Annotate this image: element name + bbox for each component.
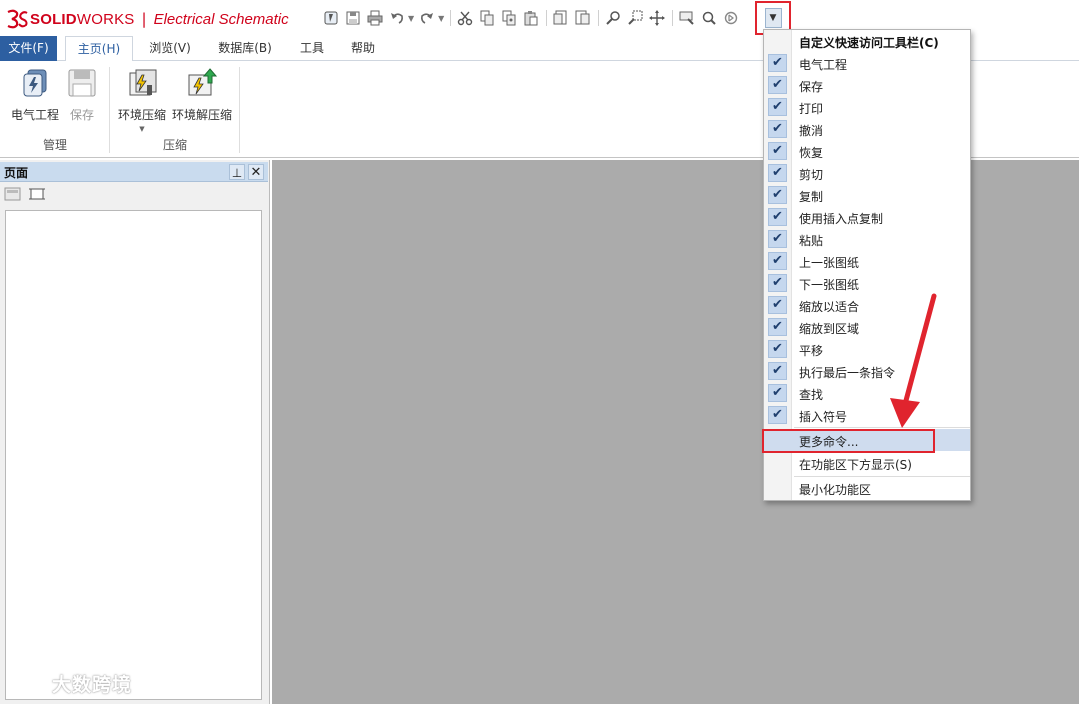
save-icon — [68, 69, 96, 97]
check-icon: ✔ — [768, 252, 787, 270]
insert-symbol-icon[interactable] — [722, 9, 740, 27]
check-icon: ✔ — [768, 142, 787, 160]
menu-item-minimize-ribbon[interactable]: 最小化功能区 — [764, 477, 970, 499]
toolbar-separator — [546, 10, 548, 26]
check-icon: ✔ — [768, 384, 787, 402]
electrical-project-label: 电气工程 — [10, 108, 59, 122]
check-icon: ✔ — [768, 186, 787, 204]
app-logo: SOLIDWORKS | Electrical Schematic — [6, 8, 289, 30]
next-sheet-icon[interactable] — [574, 9, 592, 27]
pages-panel-header: 页面 ⊥ ✕ — [0, 162, 268, 182]
save-icon[interactable] — [344, 9, 362, 27]
menu-item-undo[interactable]: ✔ 撤消 — [764, 118, 970, 140]
menu-item-save[interactable]: ✔ 保存 — [764, 74, 970, 96]
pan-icon[interactable] — [648, 9, 666, 27]
product-name: Electrical Schematic — [153, 10, 289, 28]
redo-dropdown-icon[interactable]: ▼ — [438, 14, 444, 23]
close-icon[interactable]: ✕ — [248, 164, 264, 180]
menu-item-copy[interactable]: ✔ 复制 — [764, 184, 970, 206]
check-icon: ✔ — [768, 208, 787, 226]
electrical-project-icon — [23, 69, 47, 97]
tab-database[interactable]: 数据库(B) — [208, 36, 282, 61]
zoom-window-icon[interactable] — [626, 9, 644, 27]
menu-item-redo[interactable]: ✔ 恢复 — [764, 140, 970, 162]
menu-item-electrical-project[interactable]: ✔ 电气工程 — [764, 52, 970, 74]
find-icon[interactable] — [700, 9, 718, 27]
check-icon: ✔ — [768, 296, 787, 314]
menu-item-show-below-ribbon[interactable]: 在功能区下方显示(S) — [764, 452, 970, 474]
watermark: 大数跨境 — [8, 670, 132, 696]
toolbar-separator — [598, 10, 600, 26]
copy-with-point-icon[interactable] — [500, 9, 518, 27]
group-label-compress: 压缩 — [162, 138, 187, 152]
toolbar-separator — [450, 10, 452, 26]
toolbar-separator — [672, 10, 674, 26]
compress-dropdown-icon[interactable]: ▼ — [116, 125, 168, 133]
annotation-arrow — [890, 293, 937, 428]
environment-decompress-label: 环境解压缩 — [171, 108, 232, 122]
project-icon[interactable] — [322, 9, 340, 27]
page-open-icon[interactable] — [4, 186, 22, 202]
ds-logo-icon — [7, 9, 28, 29]
page-layout-icon[interactable] — [28, 186, 46, 202]
watermark-logo-icon — [10, 673, 43, 693]
tab-file[interactable]: 文件(F) — [0, 36, 57, 61]
menu-item-copy-with-point[interactable]: ✔ 使用插入点复制 — [764, 206, 970, 228]
repeat-command-icon[interactable] — [678, 9, 696, 27]
tab-tools[interactable]: 工具 — [292, 36, 332, 61]
pages-panel: 页面 ⊥ ✕ — [0, 160, 270, 704]
tab-browse[interactable]: 浏览(V) — [141, 36, 199, 61]
customize-dropdown-icon: ▼ — [764, 8, 782, 28]
pages-panel-title: 页面 — [4, 166, 29, 180]
check-icon: ✔ — [768, 164, 787, 182]
environment-decompress-button[interactable]: 环境解压缩 — [170, 67, 234, 123]
environment-compress-icon — [129, 69, 157, 96]
check-icon: ✔ — [768, 406, 787, 424]
menu-item-print[interactable]: ✔ 打印 — [764, 96, 970, 118]
environment-compress-button[interactable]: 环境压缩 ▼ — [116, 67, 168, 133]
check-icon: ✔ — [768, 340, 787, 358]
cut-icon[interactable] — [456, 9, 474, 27]
title-separator: | — [141, 10, 147, 28]
menu-item-previous-sheet[interactable]: ✔ 上一张图纸 — [764, 250, 970, 272]
pin-icon[interactable]: ⊥ — [229, 164, 245, 180]
environment-compress-label: 环境压缩 — [117, 108, 166, 122]
menu-item-cut[interactable]: ✔ 剪切 — [764, 162, 970, 184]
save-label: 保存 — [69, 108, 94, 122]
undo-icon[interactable] — [388, 9, 406, 27]
check-icon: ✔ — [768, 120, 787, 138]
environment-decompress-icon — [188, 68, 218, 96]
zoom-fit-icon[interactable] — [604, 9, 622, 27]
check-icon: ✔ — [768, 98, 787, 116]
watermark-text: 大数跨境 — [52, 673, 133, 696]
pages-panel-toolbar — [4, 186, 52, 204]
electrical-project-button[interactable]: 电气工程 — [8, 67, 62, 123]
highlight-box-more-commands — [762, 429, 935, 453]
print-icon[interactable] — [366, 9, 384, 27]
copy-icon[interactable] — [478, 9, 496, 27]
ribbon-group-divider — [239, 67, 240, 153]
check-icon: ✔ — [768, 274, 787, 292]
check-icon: ✔ — [768, 362, 787, 380]
undo-dropdown-icon[interactable]: ▼ — [408, 14, 414, 23]
menu-item-paste[interactable]: ✔ 粘贴 — [764, 228, 970, 250]
brand-name: SOLIDWORKS — [30, 10, 135, 28]
group-label-manage: 管理 — [42, 138, 67, 152]
menu-title: 自定义快速访问工具栏(C) — [799, 36, 939, 50]
check-icon: ✔ — [768, 230, 787, 248]
tab-help[interactable]: 帮助 — [343, 36, 383, 61]
pages-tree[interactable] — [5, 210, 262, 700]
quick-access-toolbar: ▼ ▼ — [322, 8, 744, 28]
check-icon: ✔ — [768, 76, 787, 94]
paste-icon[interactable] — [522, 9, 540, 27]
check-icon: ✔ — [768, 54, 787, 72]
check-icon: ✔ — [768, 318, 787, 336]
redo-icon[interactable] — [418, 9, 436, 27]
previous-sheet-icon[interactable] — [552, 9, 570, 27]
tab-home[interactable]: 主页(H) — [65, 36, 133, 62]
save-button[interactable]: 保存 — [60, 67, 104, 123]
